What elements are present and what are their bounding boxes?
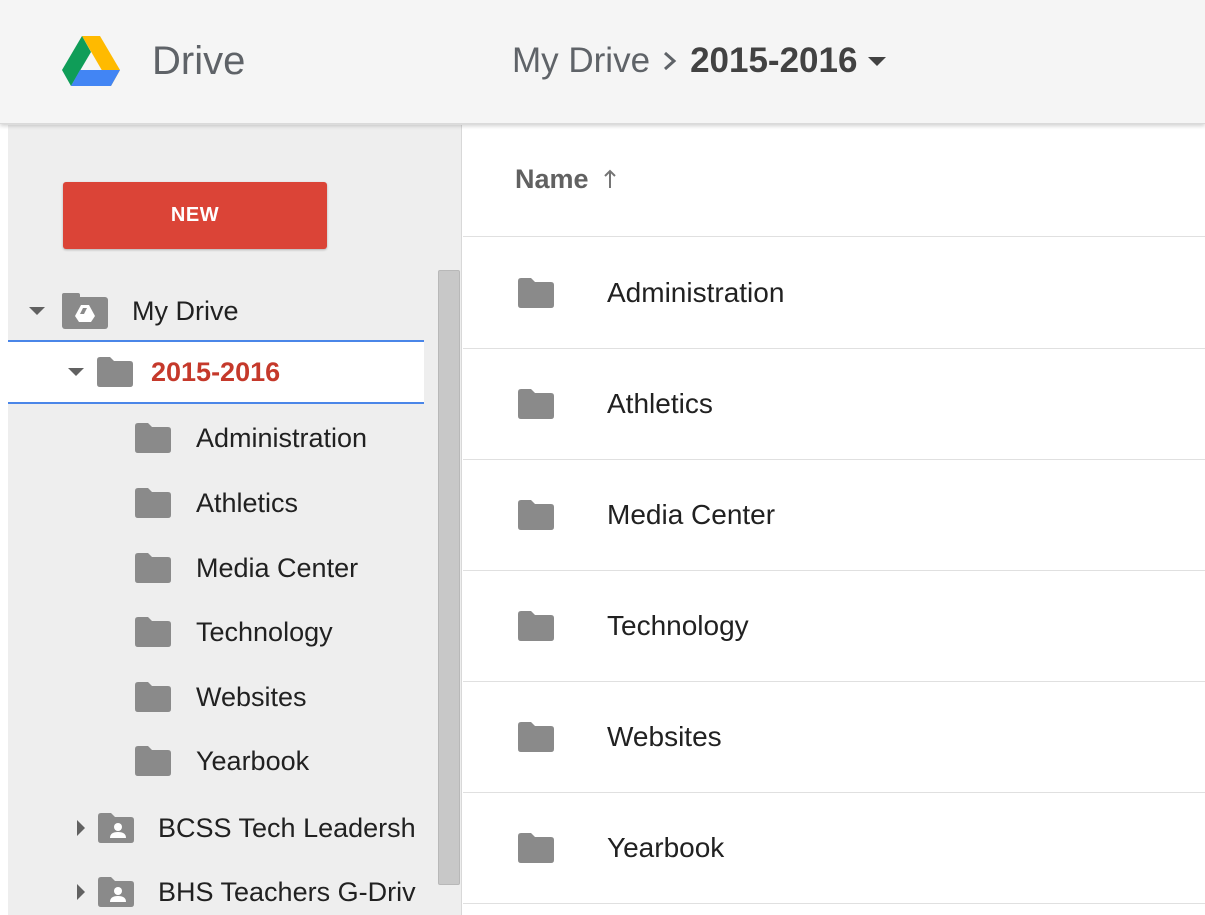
tree-item-athletics[interactable]: Athletics: [135, 475, 298, 531]
tree-item-technology[interactable]: Technology: [135, 604, 333, 660]
tree-item-media-center[interactable]: Media Center: [135, 540, 358, 596]
new-button[interactable]: NEW: [63, 182, 327, 249]
top-bar: Drive My Drive 2015-2016: [0, 0, 1205, 124]
file-row-media-center[interactable]: Media Center: [463, 460, 1205, 571]
folder-icon: [135, 553, 171, 583]
file-name: Media Center: [607, 499, 776, 530]
file-row-yearbook[interactable]: Yearbook: [463, 793, 1205, 904]
tree-label: Administration: [196, 422, 368, 453]
expand-arrow-down-icon[interactable]: [24, 283, 50, 339]
arrow-up-icon[interactable]: [601, 167, 619, 191]
file-list: Name Administration Athletics Media Cent…: [463, 125, 1205, 915]
expand-arrow-down-icon[interactable]: [63, 344, 89, 400]
tree-label: BCSS Tech Leadersh: [158, 812, 416, 843]
folder-icon: [518, 278, 554, 308]
tree-item-selected[interactable]: 2015-2016: [8, 340, 424, 404]
folder-icon: [518, 833, 554, 863]
tree-label: My Drive: [132, 295, 239, 326]
breadcrumb-my-drive[interactable]: My Drive: [512, 36, 650, 86]
tree-item-websites[interactable]: Websites: [135, 669, 307, 725]
name-column-header[interactable]: Name: [515, 159, 619, 199]
app-name: Drive: [152, 39, 246, 83]
folder-icon: [135, 682, 171, 712]
chevron-right-icon: [650, 36, 690, 86]
file-name: Administration: [607, 277, 785, 308]
file-row-athletics[interactable]: Athletics: [463, 349, 1205, 460]
expand-arrow-right-icon[interactable]: [68, 864, 94, 915]
file-row-technology[interactable]: Technology: [463, 571, 1205, 682]
folder-icon: [135, 746, 171, 776]
tree-label: Yearbook: [196, 745, 310, 776]
column-label: Name: [515, 163, 589, 194]
folder-icon: [97, 357, 133, 387]
my-drive-icon: [62, 293, 108, 329]
tree-item-yearbook[interactable]: Yearbook: [135, 733, 309, 789]
tree-item-my-drive[interactable]: My Drive: [24, 283, 239, 339]
sidebar: NEW My Drive 2015-2016 Administration At…: [8, 125, 462, 915]
shared-folder-icon: [98, 877, 134, 907]
shared-folder-icon: [98, 813, 134, 843]
tree-item-administration[interactable]: Administration: [135, 410, 367, 466]
folder-icon: [135, 617, 171, 647]
tree-label: BHS Teachers G-Driv: [158, 876, 416, 907]
tree-label: Websites: [196, 681, 307, 712]
folder-icon: [135, 488, 171, 518]
breadcrumb: My Drive 2015-2016: [512, 36, 897, 86]
tree-label: Technology: [196, 616, 333, 647]
tree-label: Athletics: [196, 487, 299, 518]
folder-icon: [518, 722, 554, 752]
caret-down-icon[interactable]: [857, 36, 897, 86]
tree-item-shared-drive[interactable]: BCSS Tech Leadersh: [68, 800, 428, 856]
drive-app: Drive My Drive 2015-2016 NEW My Drive 20…: [0, 0, 1205, 915]
folder-icon: [518, 389, 554, 419]
file-name: Technology: [607, 610, 749, 641]
file-row-websites[interactable]: Websites: [463, 682, 1205, 793]
list-header: Name: [463, 125, 1205, 237]
sidebar-scrollbar[interactable]: [438, 270, 460, 885]
expand-arrow-right-icon[interactable]: [68, 800, 94, 856]
tree-label: Media Center: [196, 552, 359, 583]
folder-icon: [135, 423, 171, 453]
file-name: Yearbook: [607, 832, 725, 863]
drive-logo-icon[interactable]: [62, 36, 120, 86]
selected-row-content: 2015-2016: [63, 344, 280, 400]
file-name: Athletics: [607, 388, 713, 419]
folder-icon: [518, 611, 554, 641]
tree-item-shared-drive[interactable]: BHS Teachers G-Driv: [68, 864, 428, 915]
file-row-administration[interactable]: Administration: [463, 238, 1205, 349]
folder-icon: [518, 500, 554, 530]
tree-label: 2015-2016: [151, 356, 281, 387]
breadcrumb-current-folder[interactable]: 2015-2016: [690, 36, 857, 86]
file-name: Websites: [607, 721, 722, 752]
